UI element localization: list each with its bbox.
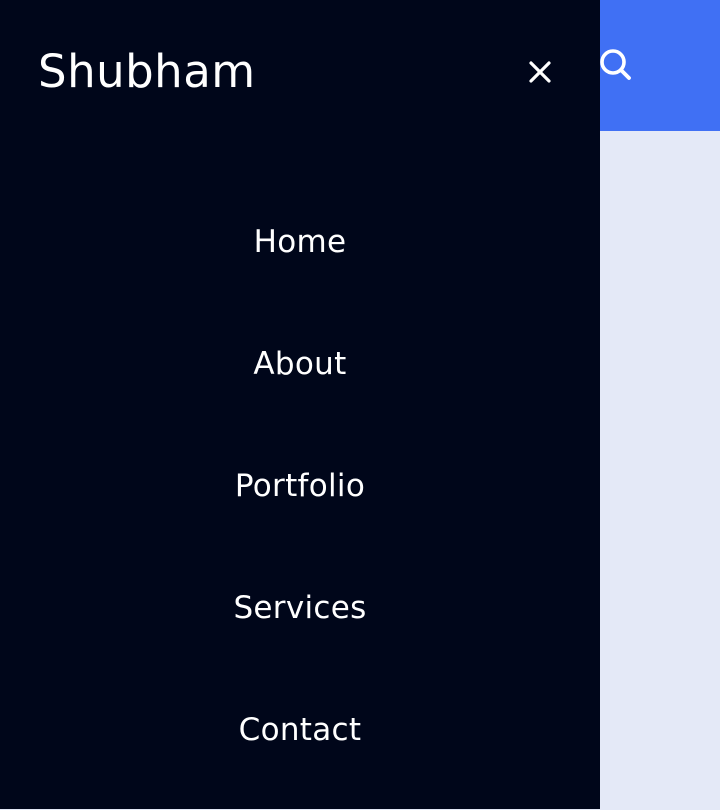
nav-link-portfolio[interactable]: Portfolio bbox=[0, 444, 600, 528]
nav-link-home[interactable]: Home bbox=[0, 200, 600, 284]
nav-item-contact: Contact bbox=[0, 688, 600, 810]
side-menu-drawer: Shubham Home About Portfolio Services Co… bbox=[0, 0, 600, 809]
nav-link-services[interactable]: Services bbox=[0, 566, 600, 650]
nav-link-about[interactable]: About bbox=[0, 322, 600, 406]
close-icon bbox=[529, 61, 551, 83]
nav-item-about: About bbox=[0, 322, 600, 444]
nav-links: Home About Portfolio Services Contact bbox=[0, 200, 600, 810]
nav-link-contact[interactable]: Contact bbox=[0, 688, 600, 772]
nav-item-home: Home bbox=[0, 200, 600, 322]
search-icon bbox=[600, 49, 631, 80]
close-menu-button[interactable] bbox=[520, 52, 560, 92]
brand-logo[interactable]: Shubham bbox=[38, 40, 256, 104]
search-button[interactable] bbox=[596, 45, 636, 85]
nav-item-portfolio: Portfolio bbox=[0, 444, 600, 566]
nav-item-services: Services bbox=[0, 566, 600, 688]
